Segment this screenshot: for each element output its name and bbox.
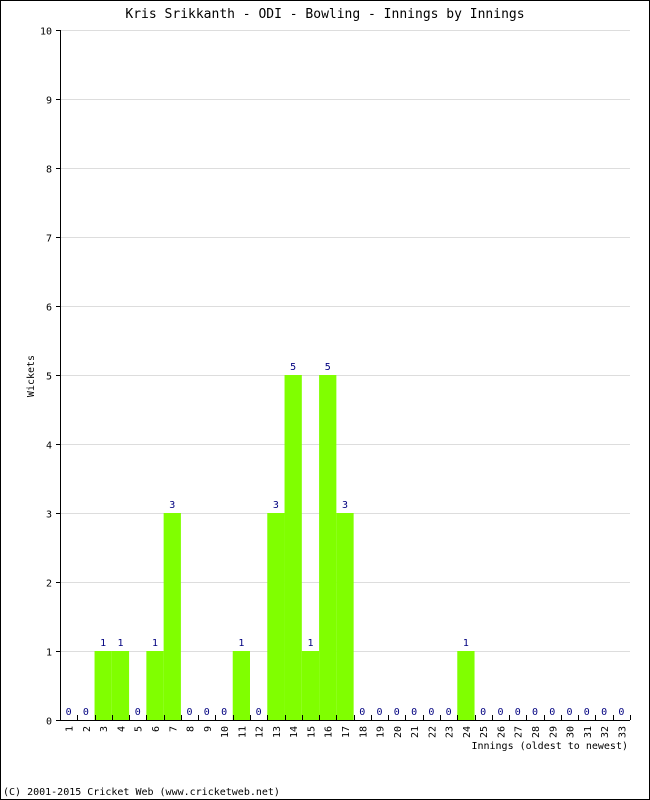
y-tick-label: 10 [40, 27, 52, 38]
bar [301, 651, 320, 720]
y-tick-label: 7 [46, 234, 52, 245]
data-label: 0 [584, 707, 590, 718]
bar [146, 651, 164, 720]
y-tick-label: 9 [46, 96, 52, 107]
x-tick-label: 24 [462, 726, 473, 738]
y-tick-label: 1 [46, 648, 52, 659]
x-tick-label: 30 [566, 726, 577, 738]
copyright-footer: (C) 2001-2015 Cricket Web (www.cricketwe… [3, 787, 280, 798]
data-label: 0 [187, 707, 193, 718]
chart-title: Kris Srikkanth - ODI - Bowling - Innings… [125, 7, 524, 22]
bars [94, 375, 475, 720]
x-tick-label: 10 [220, 726, 231, 738]
x-tick-label: 28 [531, 726, 542, 738]
y-axis-label: Wickets [26, 355, 37, 397]
x-tick-label: 9 [203, 726, 214, 732]
x-tick-label: 12 [255, 726, 266, 738]
data-label: 0 [446, 707, 452, 718]
data-label: 0 [221, 707, 227, 718]
data-label: 3 [342, 500, 348, 511]
y-tick-label: 0 [46, 717, 52, 728]
data-label: 0 [411, 707, 417, 718]
y-tick-label: 3 [46, 510, 52, 521]
data-label: 3 [169, 500, 175, 511]
bar [163, 513, 181, 720]
x-tick-label: 1 [65, 726, 76, 732]
bar [232, 651, 250, 720]
data-label: 0 [394, 707, 400, 718]
y-tick-labels: 0 1 2 3 4 5 6 7 8 9 10 [40, 27, 52, 728]
y-tick-label: 8 [46, 165, 52, 176]
x-tick-label: 14 [289, 726, 300, 738]
data-label: 0 [66, 707, 72, 718]
y-tick-label: 2 [46, 579, 52, 590]
x-tick-labels: 1 2 3 4 5 6 7 8 9 10 11 12 13 14 15 16 17 18 19 20 21 22 23 24 2… [65, 726, 629, 738]
x-tick-label: 7 [168, 726, 179, 732]
x-tick-label: 2 [82, 726, 93, 732]
data-label: 0 [204, 707, 210, 718]
data-label: 0 [515, 707, 521, 718]
x-tick-label: 5 [134, 726, 145, 732]
data-label: 0 [256, 707, 262, 718]
x-tick-label: 11 [237, 726, 248, 738]
bar [336, 513, 354, 720]
x-tick-label: 16 [324, 726, 335, 738]
bar [267, 513, 285, 720]
bar [111, 651, 130, 720]
y-tick-label: 4 [46, 441, 52, 452]
x-tick-label: 20 [393, 726, 404, 738]
data-label: 0 [497, 707, 503, 718]
data-label: 0 [532, 707, 538, 718]
x-tick-label: 23 [445, 726, 456, 738]
x-tick-label: 15 [306, 726, 317, 738]
data-label: 0 [618, 707, 624, 718]
bar-chart: Kris Srikkanth - ODI - Bowling - Innings… [3, 7, 631, 798]
x-tick-label: 21 [410, 726, 421, 738]
data-label: 1 [307, 638, 313, 649]
x-tick-label: 26 [496, 726, 507, 738]
data-label: 1 [100, 638, 106, 649]
x-tick-label: 32 [600, 726, 611, 738]
bar [284, 375, 302, 720]
data-label: 1 [238, 638, 244, 649]
data-label: 1 [117, 638, 123, 649]
x-tick-label: 31 [583, 726, 594, 738]
data-label: 3 [273, 500, 279, 511]
data-label: 1 [463, 638, 469, 649]
data-label: 0 [359, 707, 365, 718]
data-label: 1 [152, 638, 158, 649]
data-label: 0 [601, 707, 607, 718]
y-tick-label: 5 [46, 372, 52, 383]
x-tick-label: 19 [376, 726, 387, 738]
x-tick-label: 33 [617, 726, 628, 738]
data-label: 0 [377, 707, 383, 718]
x-tick-label: 4 [116, 726, 127, 732]
bar [319, 375, 337, 720]
x-tick-label: 25 [479, 726, 490, 738]
x-tick-label: 29 [548, 726, 559, 738]
x-axis-label: Innings (oldest to newest) [471, 741, 628, 752]
data-label: 0 [135, 707, 141, 718]
data-label: 5 [325, 362, 331, 373]
bar [457, 651, 475, 720]
data-label: 5 [290, 362, 296, 373]
x-tick-label: 6 [151, 726, 162, 732]
data-label: 0 [549, 707, 555, 718]
y-tick-label: 6 [46, 303, 52, 314]
x-tick-label: 17 [341, 726, 352, 738]
data-label: 0 [480, 707, 486, 718]
data-label: 0 [83, 707, 89, 718]
data-label: 0 [428, 707, 434, 718]
data-label: 0 [567, 707, 573, 718]
x-tick-label: 27 [514, 726, 525, 738]
x-tick-label: 13 [272, 726, 283, 738]
x-tick-label: 8 [186, 726, 197, 732]
x-tick-label: 22 [427, 726, 438, 738]
x-tick-label: 3 [99, 726, 110, 732]
x-tick-label: 18 [358, 726, 369, 738]
bar [94, 651, 112, 720]
